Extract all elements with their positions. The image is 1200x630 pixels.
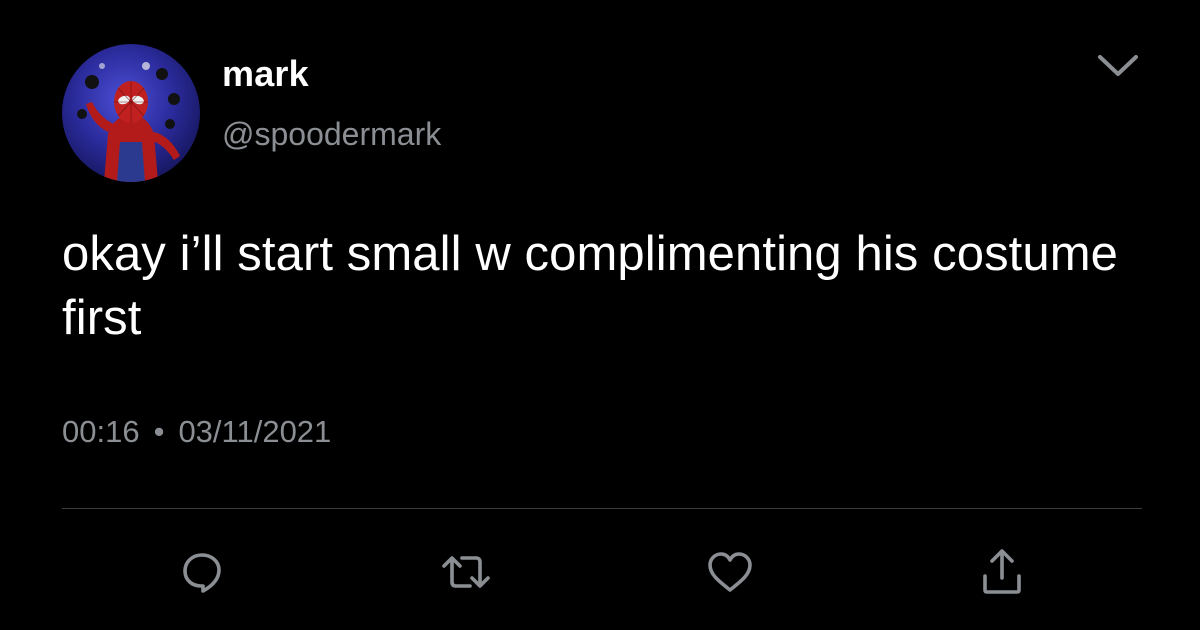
like-icon [708, 552, 752, 592]
divider [62, 508, 1142, 509]
reply-button[interactable] [172, 542, 232, 602]
avatar[interactable] [62, 44, 200, 182]
tweet-card: mark @spoodermark okay i’ll start small … [0, 0, 1200, 630]
timestamp-separator: • [153, 414, 165, 449]
reply-icon [183, 553, 221, 593]
share-button[interactable] [972, 542, 1032, 602]
like-button[interactable] [700, 542, 760, 602]
retweet-button[interactable] [436, 542, 496, 602]
tweet-text: okay i’ll start small w complimenting hi… [62, 227, 1119, 345]
share-icon [983, 549, 1021, 594]
tweet-time: 00:16 [62, 414, 140, 449]
spiderman-avatar-icon [77, 62, 180, 182]
retweet-icon [442, 556, 490, 588]
user-handle[interactable]: @spoodermark [222, 114, 441, 154]
more-options-button[interactable] [1092, 46, 1144, 86]
tweet-date: 03/11/2021 [178, 414, 332, 449]
tweet-timestamp[interactable]: 00:16 • 03/11/2021 [62, 412, 331, 452]
chevron-down-icon [1098, 55, 1138, 76]
display-name[interactable]: mark [222, 52, 309, 96]
